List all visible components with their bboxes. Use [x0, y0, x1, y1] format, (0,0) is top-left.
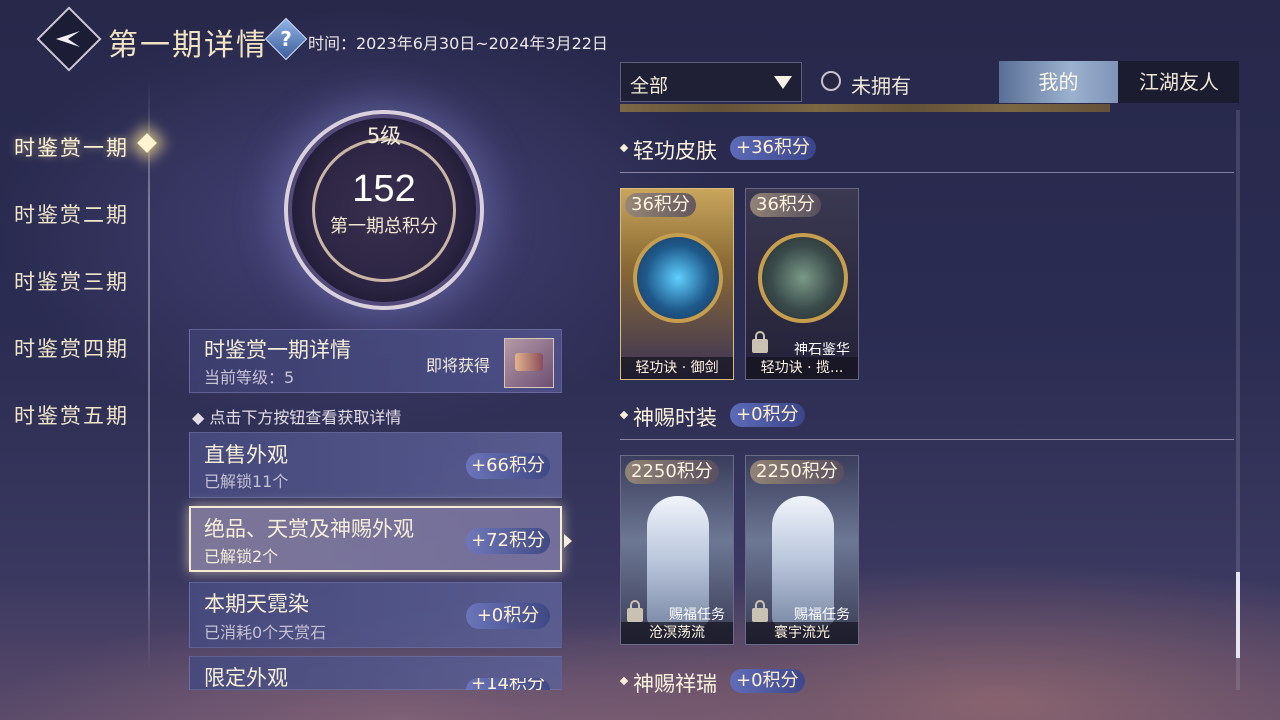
help-symbol: ?	[280, 27, 292, 51]
item-name: 轻功诀 · 揽...	[746, 357, 858, 379]
item-card[interactable]: 36积分 轻功诀 · 御剑	[620, 188, 734, 380]
period-divider	[148, 80, 150, 670]
item-points-badge: 2250积分	[750, 460, 844, 484]
hint-label: 点击下方按钮查看获取详情	[209, 408, 402, 427]
category-points: +14积分	[466, 678, 550, 690]
period-item-3[interactable]: 时鉴赏三期	[14, 266, 144, 296]
section-points: +0积分	[730, 669, 805, 693]
period-item-1[interactable]: 时鉴赏一期	[14, 132, 144, 162]
previous-items-strip	[620, 104, 1110, 112]
category-points: +0积分	[466, 603, 550, 629]
period-item-4[interactable]: 时鉴赏四期	[14, 333, 144, 363]
period-item-2[interactable]: 时鉴赏二期	[14, 199, 144, 229]
item-card[interactable]: 36积分 神石鉴华 轻功诀 · 揽...	[745, 188, 859, 380]
section-bullet-icon	[619, 143, 629, 153]
section-title: 轻功皮肤	[633, 139, 717, 163]
upcoming-reward-icon[interactable]	[504, 338, 554, 388]
lock-icon	[752, 331, 768, 353]
page-title: 第一期详情	[108, 28, 268, 63]
total-score-caption: 第一期总积分	[330, 216, 438, 237]
section-title: 神赐祥瑞	[633, 672, 717, 696]
help-icon[interactable]: ?	[264, 17, 308, 61]
category-points: +72积分	[466, 528, 550, 554]
category-sub: 已消耗0个天赏石	[204, 623, 327, 642]
section-divider	[620, 439, 1234, 440]
category-title: 绝品、天赏及神赐外观	[204, 517, 414, 541]
item-name: 寰宇流光	[746, 622, 858, 644]
back-button[interactable]	[36, 6, 102, 72]
scrollbar-thumb[interactable]	[1236, 572, 1240, 658]
item-source: 赐福任务	[669, 607, 725, 623]
category-title: 直售外观	[204, 443, 288, 467]
category-title: 限定外观	[204, 666, 288, 690]
lock-icon	[752, 600, 768, 622]
item-name: 沧溟荡流	[621, 622, 733, 644]
coming-soon-label: 即将获得	[426, 356, 491, 375]
category-sub: 已解锁11个	[204, 472, 289, 491]
category-sub: 已解锁2个	[204, 547, 279, 566]
category-points: +66积分	[466, 453, 550, 479]
time-range: 时间：2023年6月30日~2024年3月22日	[308, 34, 608, 53]
level-label: 5级	[366, 124, 402, 148]
current-level: 当前等级：5	[204, 368, 295, 387]
qinggong-emblem-icon	[758, 233, 848, 323]
section-divider	[620, 172, 1234, 173]
unowned-radio[interactable]	[821, 71, 841, 91]
back-arrow-icon	[56, 31, 80, 47]
lock-icon	[627, 600, 643, 622]
item-name: 轻功诀 · 御剑	[621, 357, 733, 379]
selected-arrow-icon	[564, 534, 572, 548]
item-points-badge: 36积分	[625, 193, 696, 217]
filter-select-value: 全部	[630, 75, 669, 97]
category-title: 本期天霓染	[204, 592, 309, 616]
total-score: 152	[352, 168, 416, 210]
item-source: 神石鉴华	[794, 342, 850, 358]
period-item-5[interactable]: 时鉴赏五期	[14, 400, 144, 430]
section-title: 神赐时装	[633, 406, 717, 430]
item-source: 赐福任务	[794, 607, 850, 623]
tab-mine[interactable]: 我的	[999, 61, 1118, 103]
detail-title: 时鉴赏一期详情	[204, 338, 351, 362]
hint-text: ◆ 点击下方按钮查看获取详情	[192, 408, 402, 427]
dropdown-caret-icon	[774, 76, 792, 89]
item-points-badge: 36积分	[750, 193, 821, 217]
section-bullet-icon	[619, 676, 629, 686]
item-card[interactable]: 2250积分 赐福任务 沧溟荡流	[620, 455, 734, 645]
section-bullet-icon	[619, 410, 629, 420]
section-points: +0积分	[730, 403, 805, 427]
tab-friends[interactable]: 江湖友人	[1119, 61, 1239, 103]
item-points-badge: 2250积分	[625, 460, 719, 484]
qinggong-emblem-icon	[633, 233, 723, 323]
unowned-label[interactable]: 未拥有	[851, 70, 911, 99]
item-card[interactable]: 2250积分 赐福任务 寰宇流光	[745, 455, 859, 645]
section-points: +36积分	[730, 136, 816, 160]
